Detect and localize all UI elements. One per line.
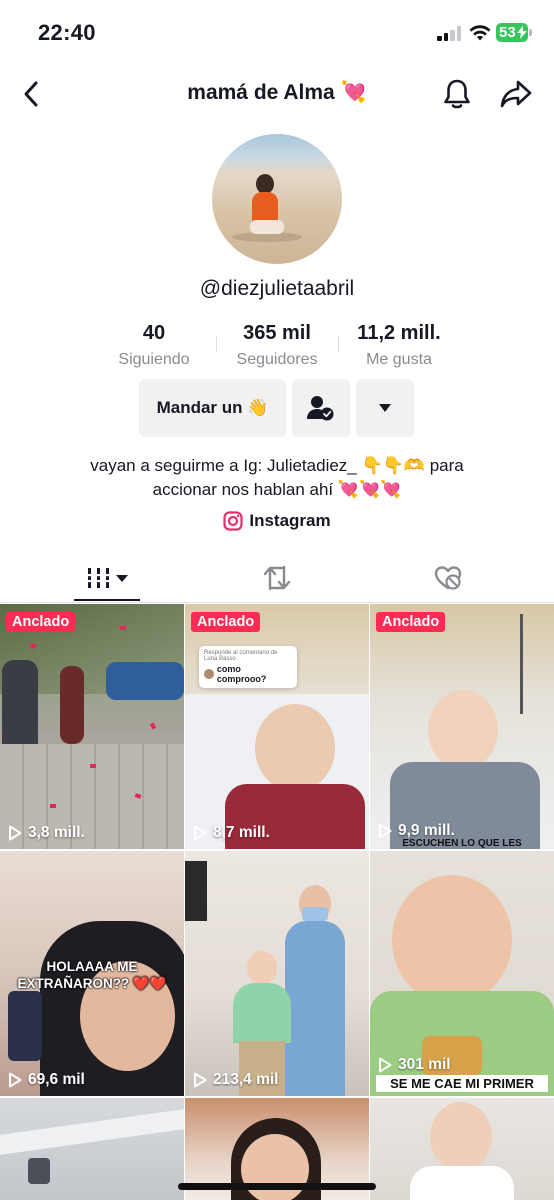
caret-down-icon: [379, 404, 391, 412]
view-count-value: 3,8 mill.: [28, 824, 85, 841]
video-tile[interactable]: [0, 1098, 184, 1200]
view-count-value: 9,9 mill.: [398, 822, 455, 839]
stat-following-label: Siguiendo: [118, 351, 190, 368]
video-tile[interactable]: Anclado ESCUCHEN LO QUE LES 9,9 mill.: [370, 604, 554, 849]
video-tile[interactable]: Anclado 3,8 mill.: [0, 604, 184, 849]
video-tile[interactable]: Anclado Responde al comentario de Luna B…: [185, 604, 369, 849]
more-options-button[interactable]: [356, 379, 414, 437]
pinned-badge: Anclado: [6, 612, 76, 632]
home-indicator[interactable]: [178, 1183, 376, 1190]
play-icon: [194, 1072, 207, 1088]
stat-likes[interactable]: 11,2 mill. Me gusta: [339, 322, 459, 369]
view-count: 8,7 mill.: [193, 824, 270, 842]
stat-following-value: 40: [142, 322, 166, 344]
stat-followers-value: 365 mil: [243, 322, 311, 344]
play-icon: [379, 1057, 392, 1073]
pinned-badge: Anclado: [191, 612, 261, 632]
stat-followers[interactable]: 365 mil Seguidores: [217, 322, 337, 369]
view-count: 69,6 mil: [8, 1071, 85, 1089]
view-count-value: 69,6 mil: [28, 1071, 85, 1088]
reply-comment-bubble: Responde al comentario de Luna Basso com…: [199, 646, 297, 688]
avatar-person: [248, 174, 284, 234]
wifi-icon: [469, 25, 491, 41]
pinned-badge: Anclado: [376, 612, 446, 632]
view-count-value: 8,7 mill.: [213, 824, 270, 841]
share-arrow-icon: [500, 80, 532, 108]
instagram-link[interactable]: Instagram: [0, 511, 554, 531]
username: @diezjulietaabril: [199, 277, 355, 300]
active-tab-indicator: [74, 599, 140, 601]
tab-liked[interactable]: [388, 555, 508, 601]
video-tile[interactable]: [370, 1098, 554, 1200]
commenter-avatar: [204, 669, 214, 679]
video-tile[interactable]: HOLAAAA ME EXTRAÑARON?? ❤️❤️ 69,6 mil: [0, 851, 184, 1096]
repost-icon: [263, 565, 291, 591]
stat-following[interactable]: 40 Siguiendo: [94, 322, 214, 369]
bio-line-1: vayan a seguirme a Ig: Julietadiez_ 👇👇🫶 …: [90, 456, 464, 475]
message-button[interactable]: Mandar un 👋: [139, 379, 286, 437]
video-tile[interactable]: 213,4 mil: [185, 851, 369, 1096]
stat-followers-label: Seguidores: [236, 351, 318, 368]
comment-header: Responde al comentario de Luna Basso: [204, 650, 278, 662]
tab-reposts[interactable]: [217, 555, 337, 601]
profile-header: mamá de Alma 💘: [0, 64, 554, 124]
tab-videos[interactable]: [48, 555, 168, 601]
bio-line-2: accionar nos hablan ahí 💘💘💘: [152, 480, 402, 499]
share-button[interactable]: [498, 76, 534, 112]
view-count-value: 213,4 mil: [213, 1071, 279, 1088]
instagram-icon: [223, 511, 243, 531]
grid-videos-icon: [88, 568, 128, 588]
stat-likes-value: 11,2 mill.: [357, 322, 441, 344]
play-icon: [194, 825, 207, 841]
view-count: 301 mil: [378, 1056, 451, 1074]
notifications-button[interactable]: [440, 76, 474, 112]
play-icon: [379, 823, 392, 839]
profile-stats: 40 Siguiendo 365 mil Seguidores 11,2 mil…: [0, 322, 554, 372]
bell-icon: [444, 79, 470, 109]
view-count-value: 301 mil: [398, 1056, 451, 1073]
battery-icon: 53: [496, 23, 532, 42]
status-bar: 22:40 53: [0, 0, 554, 64]
view-count: 3,8 mill.: [8, 824, 85, 842]
comment-text: como comprooo?: [216, 664, 267, 684]
view-count: 213,4 mil: [193, 1071, 279, 1089]
hidden-heart-icon: [434, 566, 462, 590]
status-time: 22:40: [38, 20, 96, 45]
play-icon: [9, 1072, 22, 1088]
view-count: 9,9 mill.: [378, 822, 455, 840]
video-overlay-text: SE ME CAE MI PRIMER: [376, 1075, 548, 1092]
following-button[interactable]: [292, 379, 350, 437]
video-tile[interactable]: SE ME CAE MI PRIMER 301 mil: [370, 851, 554, 1096]
content-tabs: [0, 555, 554, 603]
avatar[interactable]: [212, 134, 342, 264]
instagram-label: Instagram: [249, 511, 331, 530]
cellular-signal-icon: [437, 25, 463, 41]
stat-likes-label: Me gusta: [366, 351, 432, 368]
bio: vayan a seguirme a Ig: Julietadiez_ 👇👇🫶 …: [30, 454, 524, 502]
video-overlay-text: HOLAAAA ME EXTRAÑARON?? ❤️❤️: [17, 959, 167, 991]
play-icon: [9, 825, 22, 841]
user-check-icon: [307, 396, 334, 421]
